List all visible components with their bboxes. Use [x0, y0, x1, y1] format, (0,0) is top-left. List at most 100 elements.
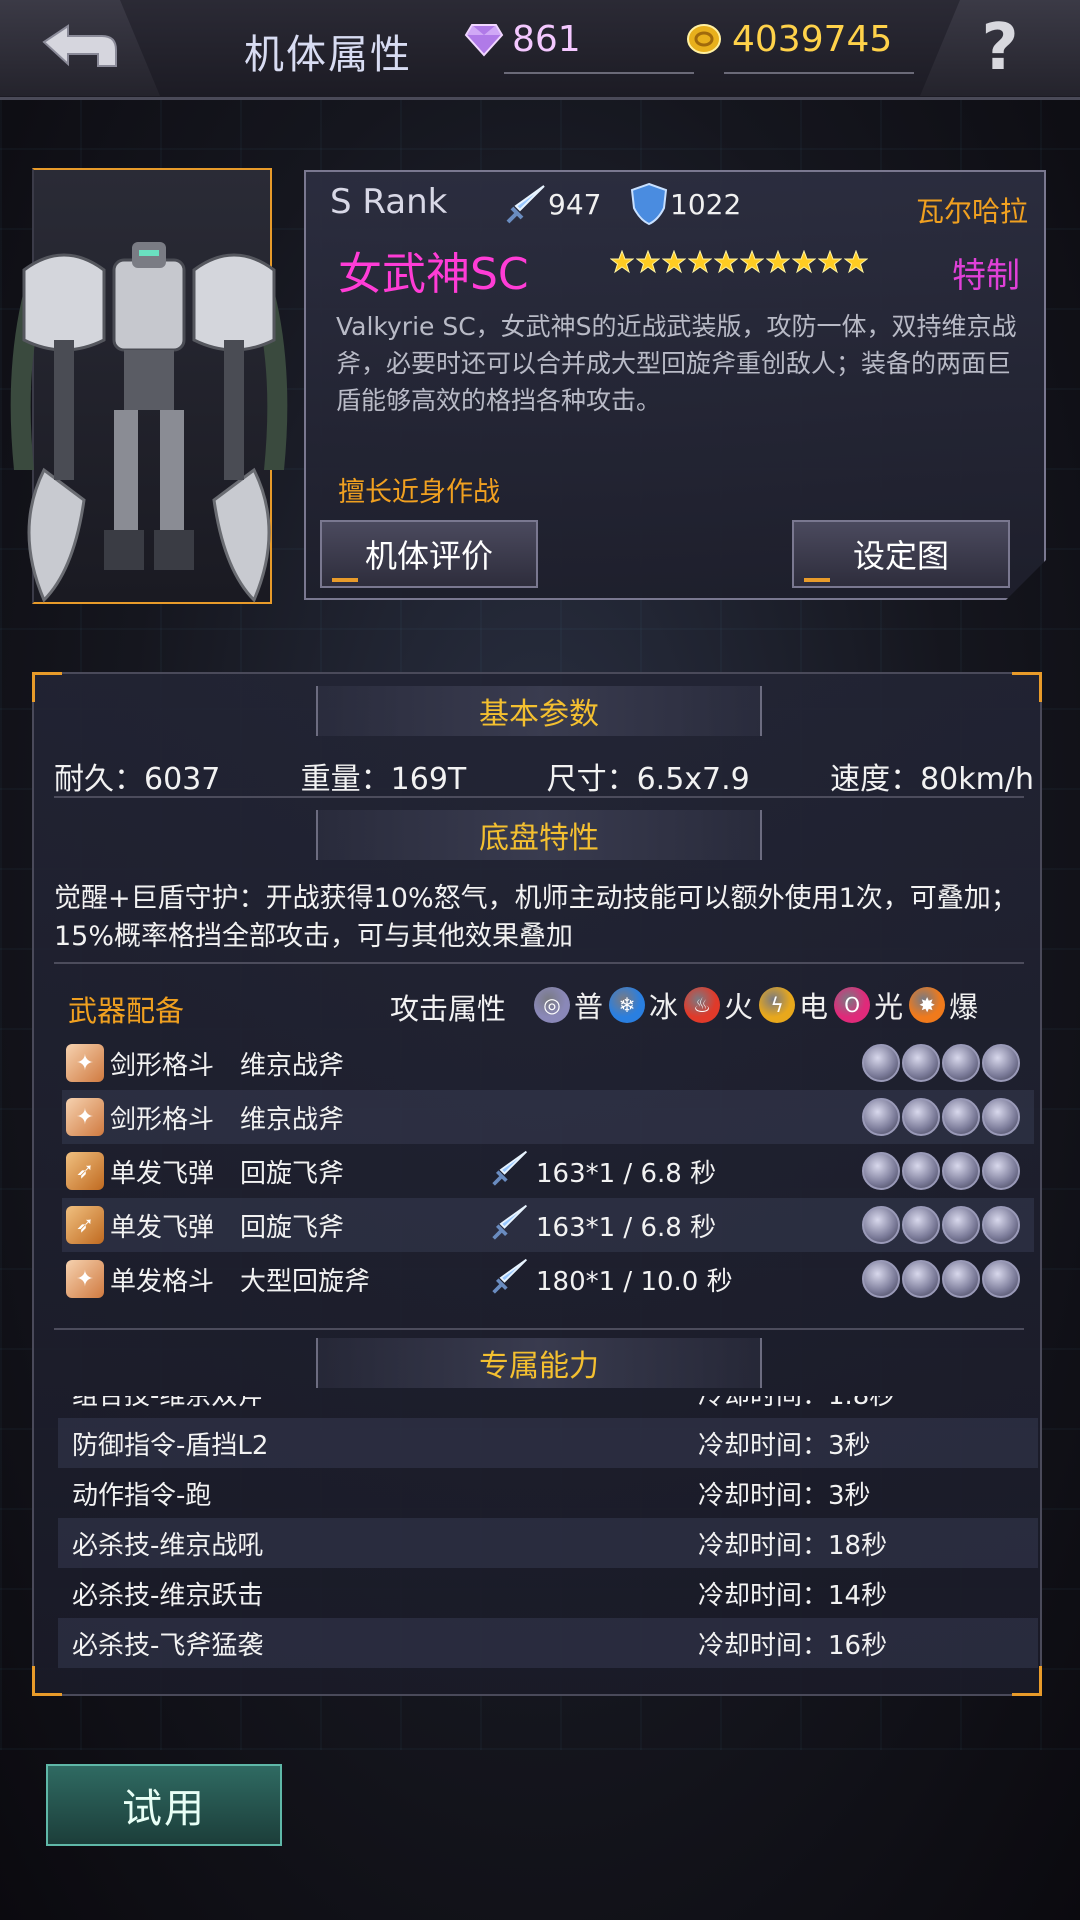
gem-icon: [464, 24, 504, 57]
ability-scroll-content: 组合技-维京双斧冷却时间：1.8秒防御指令-盾挡L2冷却时间：3秒动作指令-跑冷…: [58, 1396, 1038, 1668]
normal-attribute-icon: [942, 1260, 980, 1298]
missile-icon: ➶: [66, 1206, 104, 1244]
ability-row[interactable]: 动作指令-跑 冷却时间：3秒: [58, 1468, 1038, 1518]
element-ice: ❄ 冰: [609, 984, 678, 1026]
star-icon: [766, 250, 790, 274]
ability-cooldown: 冷却时间：3秒: [698, 1480, 871, 1511]
normal-attribute-icon: [902, 1260, 940, 1298]
weapon-name: 维京战斧: [240, 1104, 345, 1135]
top-bar: 机体属性 861 4039745 ?: [0, 0, 1080, 100]
exclusive-ability-title: 专属能力: [316, 1338, 762, 1388]
normal-attribute-icon: [942, 1152, 980, 1190]
coin-currency: 4039745: [684, 14, 914, 74]
chassis-title: 底盘特性: [316, 810, 762, 860]
star-icon: [844, 250, 868, 274]
normal-attribute-icon: [982, 1044, 1020, 1082]
normal-attribute-icon: [862, 1044, 900, 1082]
basic-stats-row: 耐久：6037 重量：169T 尺寸：6.5x7.9 速度：80km/h: [54, 754, 1034, 798]
element-label: 光: [874, 990, 904, 1024]
normal-attribute-icon: [902, 1152, 940, 1190]
ability-row[interactable]: 防御指令-盾挡L2 冷却时间：3秒: [58, 1418, 1038, 1468]
element-light: O光: [834, 984, 903, 1026]
normal-attribute-icon: [942, 1044, 980, 1082]
sword-icon: [506, 185, 545, 224]
defense-stat: 1022: [628, 182, 741, 226]
stats-panel: 基本参数 耐久：6037 重量：169T 尺寸：6.5x7.9 速度：80km/…: [32, 672, 1042, 1696]
explosion-icon: ✸: [909, 987, 946, 1023]
element-label: 冰: [649, 990, 679, 1024]
ability-row[interactable]: 必杀技-维京跃击 冷却时间：14秒: [58, 1568, 1038, 1618]
weapon-name: 大型回旋斧: [240, 1266, 371, 1297]
normal-attribute-icon: [942, 1206, 980, 1244]
ability-row[interactable]: 组合技-维京双斧 冷却时间：1.8秒: [58, 1396, 1038, 1418]
ability-cooldown: 冷却时间：3秒: [698, 1430, 871, 1461]
weapon-list: ✦ 剑形格斗 维京战斧 ✦ 剑形格斗 维京战斧 ➶ 单发飞弹 回旋飞斧 163*1 / 6.8 秒…: [62, 1036, 1034, 1306]
weapon-row[interactable]: ➶ 单发飞弹 回旋飞斧 163*1 / 6.8 秒: [62, 1198, 1034, 1252]
weapon-type: 单发格斗: [110, 1266, 215, 1297]
question-icon: ?: [981, 11, 1019, 85]
trial-button[interactable]: 试用: [46, 1764, 282, 1846]
defense-value: 1022: [670, 187, 742, 221]
ability-name: 防御指令-盾挡L2: [72, 1430, 269, 1461]
faction-label: 瓦尔哈拉: [915, 195, 1028, 228]
mech-name: 女武神SC: [338, 249, 529, 300]
element-label: 普: [574, 990, 604, 1024]
divider: [54, 796, 1024, 798]
weapon-name: 维京战斧: [240, 1050, 345, 1081]
gem-count: 861: [512, 18, 581, 60]
size-stat: 尺寸：6.5x7.9: [546, 762, 750, 797]
ability-cooldown: 冷却时间：18秒: [698, 1530, 888, 1561]
attribute-slots: [862, 1206, 1020, 1244]
attribute-slots: [862, 1044, 1020, 1082]
weapon-section-title: 武器配备: [68, 994, 185, 1028]
coin-count: 4039745: [732, 18, 893, 60]
ability-list[interactable]: 组合技-维京双斧冷却时间：1.8秒防御指令-盾挡L2冷却时间：3秒动作指令-跑冷…: [58, 1396, 1038, 1668]
weapon-type: 剑形格斗: [110, 1104, 215, 1135]
ability-name: 动作指令-跑: [72, 1480, 212, 1511]
speed-stat: 速度：80km/h: [830, 762, 1034, 797]
shield-icon: [630, 182, 668, 226]
mech-eval-button[interactable]: 机体评价: [320, 520, 538, 588]
durability-stat: 耐久：6037: [54, 762, 221, 797]
grade-label: 特制: [952, 256, 1020, 296]
ability-name: 必杀技-维京跃击: [72, 1580, 264, 1611]
ability-row[interactable]: 必杀技-飞斧猛袭 冷却时间：16秒: [58, 1618, 1038, 1668]
attack-value: 947: [548, 187, 602, 221]
divider: [54, 1328, 1024, 1330]
weapon-row[interactable]: ✦ 单发格斗 大型回旋斧 180*1 / 10.0 秒: [62, 1252, 1034, 1306]
ability-name: 组合技-维京双斧: [72, 1396, 263, 1412]
divider: [54, 962, 1024, 964]
corner-decor: [1012, 672, 1042, 702]
weapon-row[interactable]: ➶ 单发飞弹 回旋飞斧 163*1 / 6.8 秒: [62, 1144, 1034, 1198]
melee-icon: ✦: [66, 1260, 104, 1298]
weapon-row[interactable]: ✦ 剑形格斗 维京战斧: [62, 1090, 1034, 1144]
gem-currency: 861: [464, 14, 694, 74]
normal-attribute-icon: [862, 1206, 900, 1244]
chassis-description: 觉醒+巨盾守护：开战获得10%怒气，机师主动技能可以额外使用1次，可叠加；15%…: [54, 883, 1018, 952]
mech-info-panel: S Rank 947 1022 瓦尔哈拉 女武神SC 特制 Valkyrie S…: [304, 170, 1046, 600]
weapon-row[interactable]: ✦ 剑形格斗 维京战斧: [62, 1036, 1034, 1090]
sword-icon: [490, 1148, 536, 1195]
weapon-name: 回旋飞斧: [240, 1212, 345, 1243]
missile-icon: ➶: [66, 1152, 104, 1190]
ability-cooldown: 冷却时间：16秒: [698, 1630, 888, 1661]
mech-description: Valkyrie SC，女武神S的近战武装版，攻防一体，双持维京战斧，必要时还可…: [336, 312, 1017, 415]
star-icon: [818, 250, 842, 274]
help-button[interactable]: ?: [920, 0, 1080, 96]
element-label: 火: [724, 990, 754, 1024]
electric-icon: ϟ: [759, 987, 796, 1023]
corner-decor: [1012, 1666, 1042, 1696]
back-button[interactable]: [0, 0, 160, 96]
ability-cooldown: 冷却时间：14秒: [698, 1580, 888, 1611]
design-drawing-button[interactable]: 设定图: [792, 520, 1010, 588]
normal-attribute-icon: [982, 1152, 1020, 1190]
gem-underline: [504, 72, 694, 74]
element-label: 爆: [949, 990, 979, 1024]
ability-row[interactable]: 必杀技-维京战吼 冷却时间：18秒: [58, 1518, 1038, 1568]
ability-name: 必杀技-飞斧猛袭: [72, 1630, 264, 1661]
page-title: 机体属性: [244, 32, 412, 78]
normal-icon: ◎: [534, 987, 570, 1023]
coin-underline: [724, 72, 914, 74]
star-icon: [688, 250, 712, 274]
attack-stat: 947: [504, 182, 601, 226]
